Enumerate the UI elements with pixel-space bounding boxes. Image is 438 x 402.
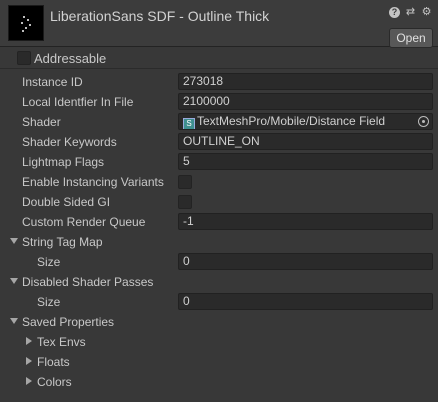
saved-properties-foldout[interactable]: Saved Properties [0, 312, 438, 332]
disabled-shader-passes-size-label: Size [37, 295, 61, 309]
addressable-checkbox[interactable] [17, 51, 31, 65]
enable-instancing-label: Enable Instancing Variants [22, 175, 164, 189]
instance-id-label: Instance ID [22, 75, 83, 89]
local-identifier-field[interactable]: 2100000 [178, 93, 433, 110]
instance-id-field[interactable]: 273018 [178, 73, 433, 90]
inspector-title: LiberationSans SDF - Outline Thick [50, 8, 270, 24]
expand-arrow-icon[interactable] [10, 318, 18, 324]
lightmap-flags-field[interactable]: 5 [178, 153, 433, 170]
shader-field[interactable]: S TextMeshPro/Mobile/Distance Field [178, 113, 433, 130]
collapsed-arrow-icon[interactable] [26, 337, 32, 345]
shader-icon: S [183, 118, 195, 129]
shader-label: Shader [22, 115, 61, 129]
tex-envs-label: Tex Envs [37, 335, 86, 349]
double-sided-gi-row: Double Sided GI [0, 192, 438, 212]
open-button[interactable]: Open [389, 28, 433, 48]
double-sided-gi-checkbox[interactable] [178, 195, 192, 209]
string-tag-map-size-field[interactable]: 0 [178, 253, 433, 270]
colors-foldout[interactable]: Colors [0, 372, 438, 392]
collapsed-arrow-icon[interactable] [26, 357, 32, 365]
local-identifier-row: Local Identfier In File 2100000 [0, 92, 438, 112]
lightmap-flags-row: Lightmap Flags 5 [0, 152, 438, 172]
instance-id-row: Instance ID 273018 [0, 72, 438, 92]
expand-arrow-icon[interactable] [10, 238, 18, 244]
disabled-shader-passes-label: Disabled Shader Passes [22, 275, 154, 289]
sliders-icon[interactable]: ⇄ [405, 7, 416, 18]
enable-instancing-checkbox[interactable] [178, 175, 192, 189]
shader-keywords-field[interactable]: OUTLINE_ON [178, 133, 433, 150]
local-identifier-label: Local Identfier In File [22, 95, 134, 109]
gear-icon[interactable]: ⚙ [421, 7, 432, 18]
custom-render-queue-field[interactable]: -1 [178, 213, 433, 230]
disabled-shader-passes-size-row: Size 0 [0, 292, 438, 312]
disabled-shader-passes-foldout[interactable]: Disabled Shader Passes [0, 272, 438, 292]
string-tag-map-size-row: Size 0 [0, 252, 438, 272]
shader-value: TextMeshPro/Mobile/Distance Field [197, 114, 386, 128]
string-tag-map-label: String Tag Map [22, 235, 103, 249]
shader-keywords-label: Shader Keywords [22, 135, 117, 149]
string-tag-map-size-label: Size [37, 255, 61, 269]
help-icon[interactable]: ? [389, 7, 400, 18]
addressable-label: Addressable [34, 51, 107, 66]
double-sided-gi-label: Double Sided GI [22, 195, 111, 209]
custom-render-queue-label: Custom Render Queue [22, 215, 146, 229]
addressable-row: Addressable [0, 48, 438, 69]
colors-label: Colors [37, 375, 72, 389]
floats-foldout[interactable]: Floats [0, 352, 438, 372]
shader-row: Shader S TextMeshPro/Mobile/Distance Fiel… [0, 112, 438, 132]
lightmap-flags-label: Lightmap Flags [22, 155, 105, 169]
collapsed-arrow-icon[interactable] [26, 377, 32, 385]
material-preview-thumbnail [8, 5, 44, 41]
string-tag-map-foldout[interactable]: String Tag Map [0, 232, 438, 252]
shader-keywords-row: Shader Keywords OUTLINE_ON [0, 132, 438, 152]
saved-properties-label: Saved Properties [22, 315, 115, 329]
floats-label: Floats [37, 355, 70, 369]
expand-arrow-icon[interactable] [10, 278, 18, 284]
enable-instancing-row: Enable Instancing Variants [0, 172, 438, 192]
tex-envs-foldout[interactable]: Tex Envs [0, 332, 438, 352]
disabled-shader-passes-size-field[interactable]: 0 [178, 293, 433, 310]
custom-render-queue-row: Custom Render Queue -1 [0, 212, 438, 232]
object-picker-icon[interactable] [418, 116, 429, 127]
inspector-header: LiberationSans SDF - Outline Thick ? ⇄ ⚙… [0, 0, 438, 48]
